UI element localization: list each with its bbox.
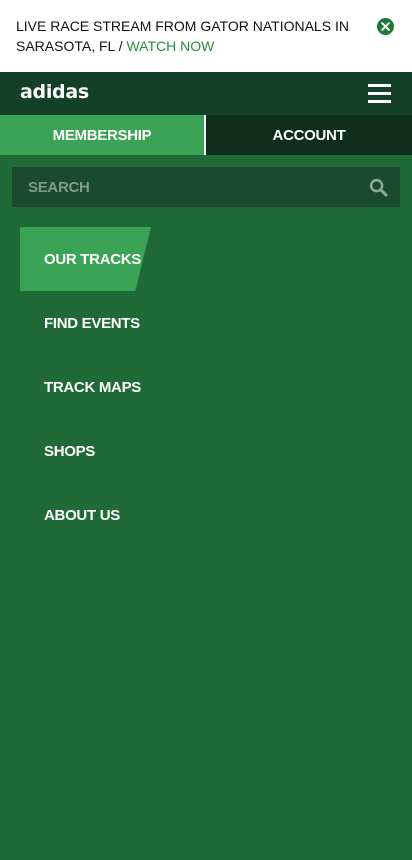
hamburger-menu-icon[interactable] — [368, 84, 391, 103]
menu-tabs: MEMBERSHIP ACCOUNT — [0, 115, 412, 155]
close-icon — [381, 22, 390, 31]
announcement-banner: LIVE RACE STREAM FROM GATOR NATIONALS IN… — [0, 0, 412, 72]
tab-membership[interactable]: MEMBERSHIP — [0, 115, 204, 155]
top-navigation-bar: adidas — [0, 72, 412, 115]
tab-account[interactable]: ACCOUNT — [206, 115, 412, 155]
banner-close-button[interactable] — [377, 18, 394, 35]
search-bar — [12, 167, 400, 207]
nav-item-our-tracks[interactable]: OUR TRACKS — [20, 227, 151, 291]
hamburger-line — [368, 84, 391, 87]
nav-item-track-maps[interactable]: TRACK MAPS — [20, 355, 151, 419]
nav-item-find-events[interactable]: FIND EVENTS — [20, 291, 151, 355]
brand-logo[interactable]: adidas — [20, 81, 89, 103]
watch-now-link[interactable]: WATCH NOW — [126, 38, 214, 54]
hamburger-line — [368, 92, 391, 95]
search-icon[interactable] — [369, 178, 388, 197]
nav-item-about-us[interactable]: ABOUT US — [20, 483, 151, 547]
nav-item-shops[interactable]: SHOPS — [20, 419, 151, 483]
hamburger-line — [368, 100, 391, 103]
search-input[interactable] — [12, 167, 352, 207]
